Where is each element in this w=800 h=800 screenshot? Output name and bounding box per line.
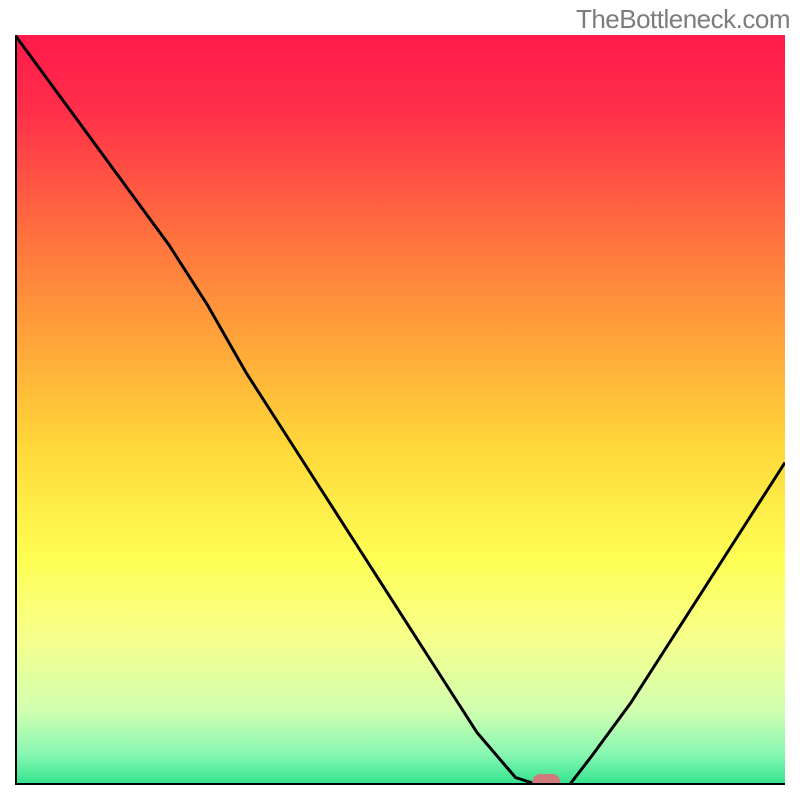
chart-container: TheBottleneck.com xyxy=(0,0,800,800)
attribution-label: TheBottleneck.com xyxy=(576,4,790,35)
bottleneck-plot xyxy=(15,35,785,785)
gradient-background xyxy=(15,35,785,785)
